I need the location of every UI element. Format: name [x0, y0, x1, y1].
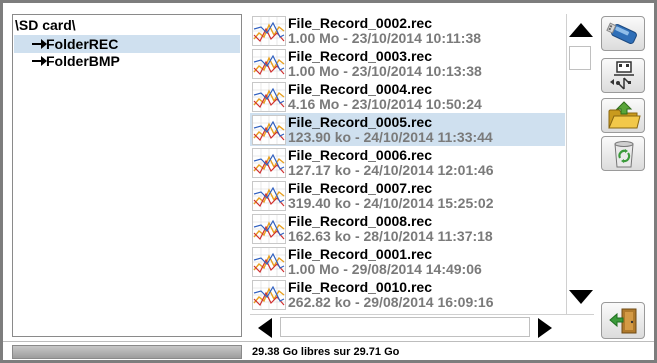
- file-row[interactable]: File_Record_0004.rec 4.16 Mo - 23/10/2014…: [250, 80, 565, 113]
- usb-drive-button[interactable]: [601, 16, 645, 51]
- arrow-up-icon: [569, 23, 593, 37]
- status-separator: [3, 341, 654, 342]
- recycle-bin-button[interactable]: [601, 136, 645, 171]
- record-chart-icon: [252, 280, 286, 310]
- record-chart-icon: [252, 115, 286, 145]
- record-chart-icon: [252, 16, 286, 46]
- file-name: File_Record_0007.rec: [288, 180, 432, 196]
- file-info: 319.40 ko - 24/10/2014 15:25:02: [288, 195, 494, 211]
- free-space-label: 29.38 Go libres sur 29.71 Go: [252, 346, 400, 358]
- scroll-left-button[interactable]: [258, 318, 272, 338]
- file-name: File_Record_0005.rec: [288, 114, 432, 130]
- vertical-scroll-thumb[interactable]: [569, 46, 591, 70]
- folder-open-icon: [608, 101, 641, 129]
- scroll-up-button[interactable]: [568, 14, 594, 44]
- record-chart-icon: [252, 214, 286, 244]
- branch-arrow-icon: [32, 39, 47, 49]
- file-row[interactable]: File_Record_0006.rec 127.17 ko - 24/10/20…: [250, 146, 565, 179]
- file-name: File_Record_0008.rec: [288, 213, 432, 229]
- vertical-scrollbar[interactable]: [566, 14, 594, 314]
- arrow-down-icon: [569, 290, 593, 304]
- file-info: 1.00 Mo - 23/10/2014 10:11:38: [288, 30, 482, 46]
- record-chart-icon: [252, 148, 286, 178]
- file-row[interactable]: File_Record_0008.rec 162.63 ko - 28/10/20…: [250, 212, 565, 245]
- file-name: File_Record_0004.rec: [288, 81, 432, 97]
- file-info: 127.17 ko - 24/10/2014 12:01:46: [288, 162, 494, 178]
- file-info: 4.16 Mo - 23/10/2014 10:50:24: [288, 96, 482, 112]
- file-row[interactable]: File_Record_0001.rec 1.00 Mo - 29/08/2014…: [250, 245, 565, 278]
- tree-root-label[interactable]: \SD card\: [15, 17, 76, 33]
- usb-drive-icon: [606, 22, 637, 45]
- file-name: File_Record_0010.rec: [288, 279, 432, 295]
- file-name: File_Record_0001.rec: [288, 246, 432, 262]
- file-row[interactable]: File_Record_0005.rec 123.90 ko - 24/10/20…: [250, 113, 565, 146]
- tree-item-label: FolderBMP: [46, 53, 120, 69]
- tree-item-folderbmp[interactable]: FolderBMP: [14, 52, 240, 70]
- tree-item-folderrec[interactable]: FolderREC: [14, 35, 240, 53]
- file-name: File_Record_0006.rec: [288, 147, 432, 163]
- open-folder-button[interactable]: [601, 98, 645, 133]
- scroll-down-button[interactable]: [568, 284, 594, 314]
- storage-usage-bar: [12, 345, 242, 359]
- file-info: 1.00 Mo - 29/08/2014 14:49:06: [288, 261, 482, 277]
- file-info: 123.90 ko - 24/10/2014 11:33:44: [288, 129, 493, 145]
- scroll-right-button[interactable]: [538, 318, 552, 338]
- horizontal-scroll-thumb[interactable]: [280, 317, 530, 337]
- exit-button[interactable]: [601, 302, 645, 339]
- tree-item-label: FolderREC: [46, 36, 119, 52]
- file-name: File_Record_0002.rec: [288, 15, 432, 31]
- file-name: File_Record_0003.rec: [288, 48, 432, 64]
- folder-tree[interactable]: \SD card\ FolderREC FolderBMP: [12, 14, 242, 337]
- record-chart-icon: [252, 82, 286, 112]
- recycle-bin-icon: [614, 141, 634, 168]
- file-row[interactable]: File_Record_0010.rec 262.82 ko - 29/08/20…: [250, 278, 565, 311]
- exit-door-icon: [609, 308, 637, 334]
- branch-arrow-icon: [32, 56, 47, 66]
- horizontal-scrollbar[interactable]: [250, 314, 594, 339]
- file-info: 162.63 ko - 28/10/2014 11:37:18: [288, 228, 493, 244]
- file-info: 262.82 ko - 29/08/2014 16:09:16: [288, 294, 494, 310]
- record-chart-icon: [252, 49, 286, 79]
- record-chart-icon: [252, 247, 286, 277]
- file-row[interactable]: File_Record_0003.rec 1.00 Mo - 23/10/2014…: [250, 47, 565, 80]
- file-info: 1.00 Mo - 23/10/2014 10:13:38: [288, 63, 482, 79]
- file-row[interactable]: File_Record_0007.rec 319.40 ko - 24/10/20…: [250, 179, 565, 212]
- usb-transfer-icon: [610, 61, 634, 90]
- file-row[interactable]: File_Record_0002.rec 1.00 Mo - 23/10/2014…: [250, 14, 565, 47]
- file-list[interactable]: File_Record_0002.rec 1.00 Mo - 23/10/2014…: [250, 14, 565, 314]
- usb-transfer-button[interactable]: [601, 58, 645, 93]
- record-chart-icon: [252, 181, 286, 211]
